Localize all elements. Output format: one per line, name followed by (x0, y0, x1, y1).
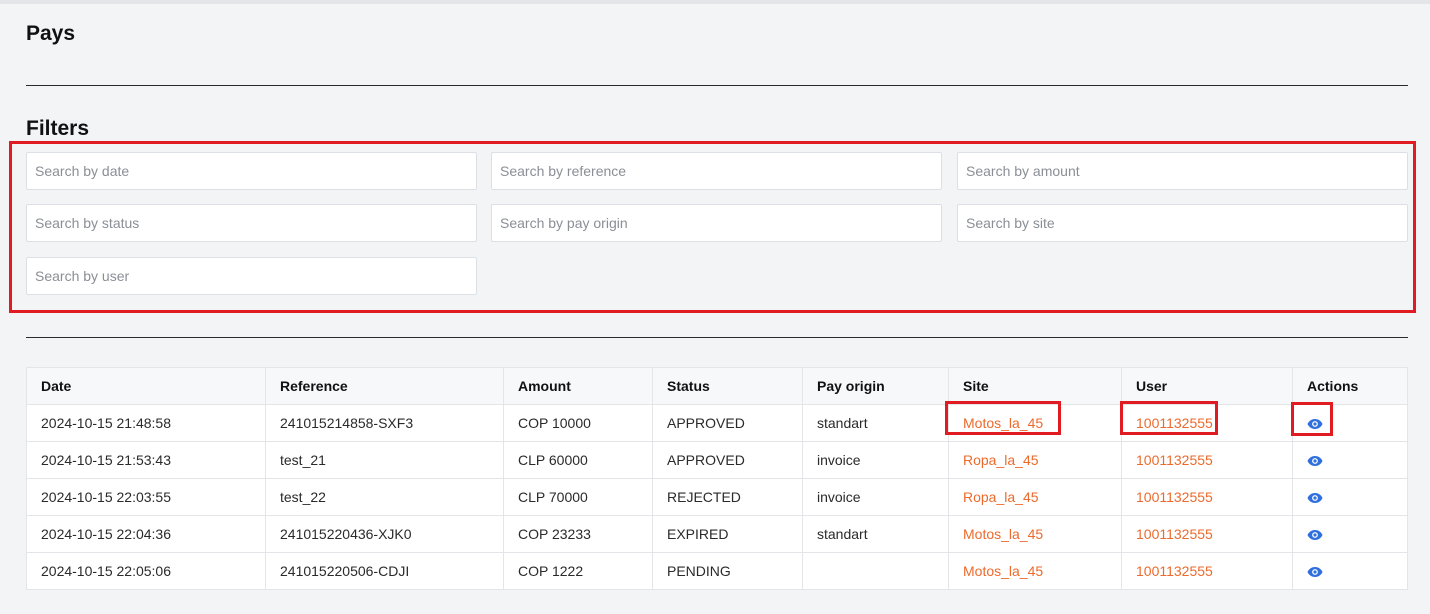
header-site: Site (948, 367, 1122, 405)
cell-site: Motos_la_45 (948, 552, 1122, 590)
site-link[interactable]: Ropa_la_45 (963, 489, 1039, 505)
cell-date: 2024-10-15 22:04:36 (26, 515, 266, 553)
cell-amount: CLP 70000 (503, 478, 653, 516)
site-link[interactable]: Motos_la_45 (963, 563, 1043, 579)
cell-site: Motos_la_45 (945, 401, 1122, 442)
site-link[interactable]: Motos_la_45 (945, 401, 1061, 435)
filters-title: Filters (26, 117, 90, 140)
cell-date: 2024-10-15 22:03:55 (26, 478, 266, 516)
header-reference: Reference (265, 367, 504, 405)
cell-status: EXPIRED (652, 515, 803, 553)
cell-reference: 241015214858-SXF3 (265, 404, 504, 442)
search-amount-input[interactable] (957, 152, 1408, 190)
search-site-input[interactable] (957, 204, 1408, 242)
eye-icon (1307, 530, 1323, 541)
table-row: 2024-10-15 21:48:58 241015214858-SXF3 CO… (26, 401, 1408, 442)
cell-actions (1292, 552, 1408, 590)
cell-site: Ropa_la_45 (948, 441, 1122, 479)
cell-site: Motos_la_45 (948, 515, 1122, 553)
view-button[interactable] (1307, 452, 1323, 468)
cell-user: 1001132555 (1121, 515, 1293, 553)
cell-reference: 241015220436-XJK0 (265, 515, 504, 553)
header-status: Status (652, 367, 803, 405)
user-link[interactable]: 1001132555 (1136, 452, 1213, 468)
view-button[interactable] (1307, 526, 1323, 542)
site-link-text: Motos_la_45 (963, 415, 1044, 431)
cell-reference: 241015220506-CDJI (265, 552, 504, 590)
page-title: Pays (26, 22, 76, 45)
cell-status: APPROVED (652, 441, 803, 479)
user-link[interactable]: 1001132555 (1136, 563, 1213, 579)
cell-amount: COP 10000 (503, 404, 653, 442)
table-row: 2024-10-15 22:04:36 241015220436-XJK0 CO… (26, 515, 1408, 553)
header-user: User (1121, 367, 1293, 405)
view-button[interactable] (1291, 402, 1333, 436)
eye-icon (1307, 419, 1323, 430)
eye-icon (1307, 567, 1323, 578)
cell-user: 1001132555 (1121, 552, 1293, 590)
header-pay-origin: Pay origin (802, 367, 949, 405)
search-date-input[interactable] (26, 152, 477, 190)
header-amount: Amount (503, 367, 653, 405)
search-user-input[interactable] (26, 257, 477, 295)
top-border (0, 0, 1430, 4)
cell-user: 1001132555 (1120, 401, 1293, 442)
user-link[interactable]: 1001132555 (1136, 526, 1213, 542)
eye-icon (1307, 493, 1323, 504)
cell-user: 1001132555 (1121, 478, 1293, 516)
site-link[interactable]: Ropa_la_45 (963, 452, 1039, 468)
divider (26, 85, 1408, 86)
table-row: 2024-10-15 21:53:43 test_21 CLP 60000 AP… (26, 441, 1408, 479)
cell-actions (1291, 402, 1408, 442)
header-actions: Actions (1292, 367, 1408, 405)
cell-pay-origin: standart (802, 404, 949, 442)
cell-amount: COP 1222 (503, 552, 653, 590)
cell-amount: CLP 60000 (503, 441, 653, 479)
pays-table: Date Reference Amount Status Pay origin … (26, 367, 1408, 590)
header-date: Date (26, 367, 266, 405)
cell-status: REJECTED (652, 478, 803, 516)
site-link[interactable]: Motos_la_45 (963, 526, 1043, 542)
cell-actions (1292, 515, 1408, 553)
cell-actions (1292, 441, 1408, 479)
user-link-text: 1001132555 (1136, 415, 1213, 431)
cell-date: 2024-10-15 21:48:58 (26, 404, 266, 442)
search-pay-origin-input[interactable] (491, 204, 942, 242)
cell-pay-origin (802, 552, 949, 590)
user-link[interactable]: 1001132555 (1136, 489, 1213, 505)
cell-pay-origin: invoice (802, 478, 949, 516)
view-button[interactable] (1307, 489, 1323, 505)
cell-amount: COP 23233 (503, 515, 653, 553)
divider (26, 337, 1408, 338)
cell-date: 2024-10-15 21:53:43 (26, 441, 266, 479)
cell-reference: test_21 (265, 441, 504, 479)
cell-date: 2024-10-15 22:05:06 (26, 552, 266, 590)
search-status-input[interactable] (26, 204, 477, 242)
view-button[interactable] (1307, 563, 1323, 579)
cell-status: APPROVED (652, 404, 803, 442)
eye-icon (1307, 456, 1323, 467)
cell-user: 1001132555 (1121, 441, 1293, 479)
cell-pay-origin: invoice (802, 441, 949, 479)
table-header-row: Date Reference Amount Status Pay origin … (26, 367, 1408, 405)
cell-site: Ropa_la_45 (948, 478, 1122, 516)
cell-pay-origin: standart (802, 515, 949, 553)
user-link[interactable]: 1001132555 (1120, 401, 1218, 435)
search-reference-input[interactable] (491, 152, 942, 190)
pays-table-container: Date Reference Amount Status Pay origin … (26, 367, 1408, 590)
table-row: 2024-10-15 22:05:06 241015220506-CDJI CO… (26, 552, 1408, 590)
cell-reference: test_22 (265, 478, 504, 516)
table-row: 2024-10-15 22:03:55 test_22 CLP 70000 RE… (26, 478, 1408, 516)
cell-status: PENDING (652, 552, 803, 590)
cell-actions (1292, 478, 1408, 516)
